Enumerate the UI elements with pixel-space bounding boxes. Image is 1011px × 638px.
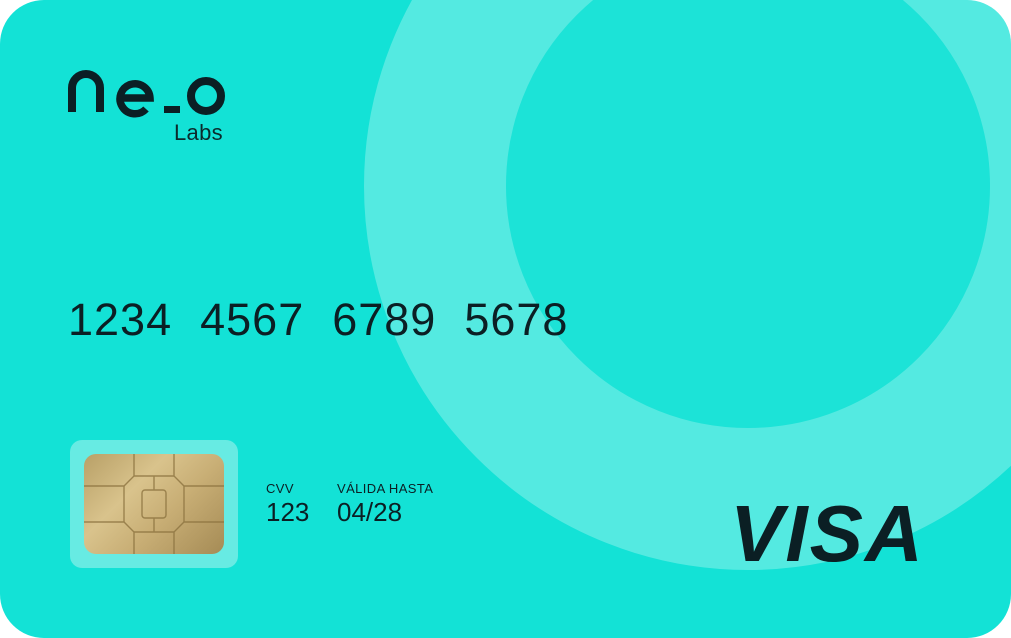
card-number-group: 1234 <box>68 294 173 345</box>
card-number-group: 4567 <box>200 294 305 345</box>
cvv-value: 123 <box>266 497 310 527</box>
chip-backplate <box>70 440 238 568</box>
brand-logo: Labs <box>68 60 238 150</box>
cvv-label: CVV <box>266 481 294 496</box>
visa-logo: VISA <box>730 489 925 578</box>
card-number: 1234 4567 6789 5678 <box>68 294 568 346</box>
brand-subtitle: Labs <box>174 120 223 145</box>
expiry-field: VÁLIDA HASTA 04/28 <box>337 481 433 528</box>
expiry-value: 04/28 <box>337 497 403 527</box>
card-number-group: 5678 <box>464 294 569 345</box>
chip-icon <box>84 454 224 554</box>
neo-logo-mark <box>68 70 225 118</box>
expiry-label: VÁLIDA HASTA <box>337 481 434 496</box>
credit-card: Labs 1234 4567 6789 5678 CVV 123 VÁLIDA … <box>0 0 1011 638</box>
card-number-group: 6789 <box>332 294 437 345</box>
cvv-field: CVV 123 <box>266 481 309 528</box>
